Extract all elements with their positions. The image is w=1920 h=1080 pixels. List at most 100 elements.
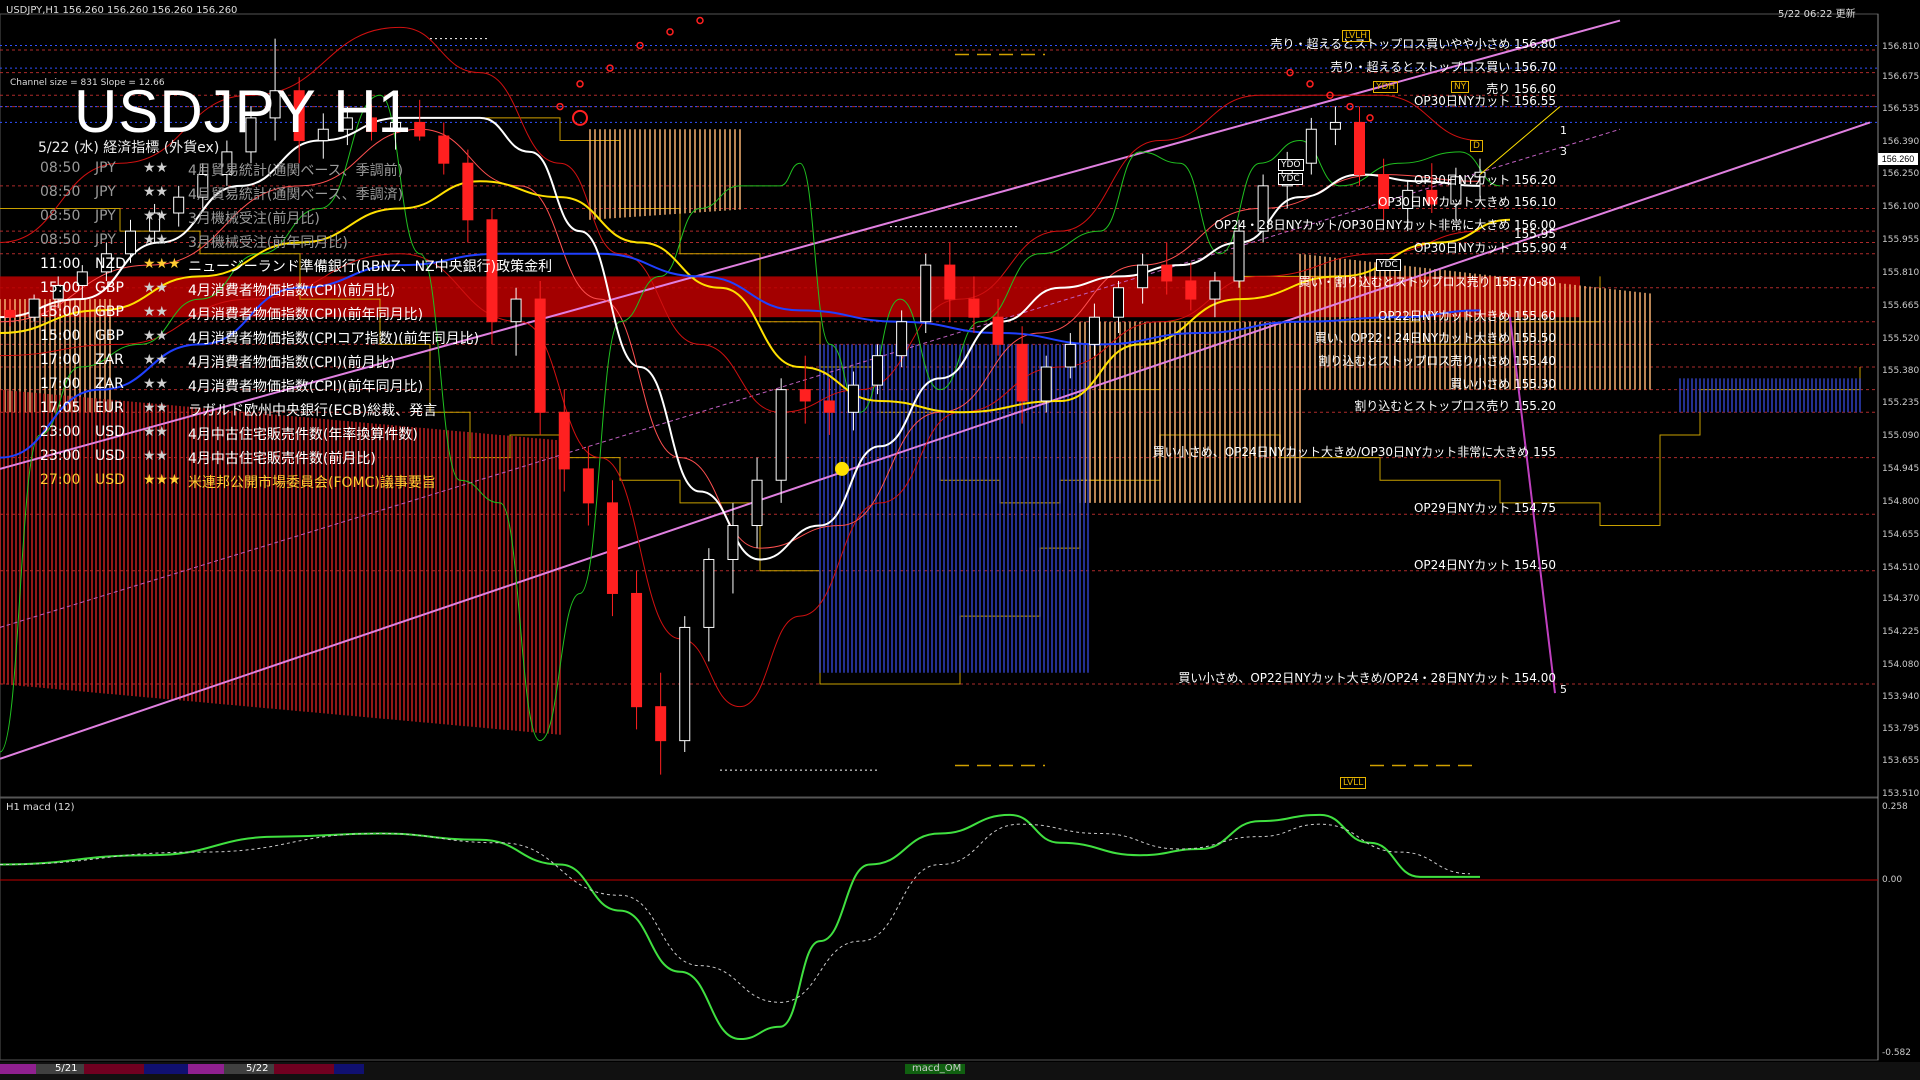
candle-body	[847, 384, 859, 413]
calendar-event: 4月消費者物価指数(CPI)(前月比)	[188, 283, 396, 299]
candle-body	[28, 298, 40, 318]
d-tag: D	[1470, 140, 1483, 152]
candle-body	[1233, 230, 1245, 282]
calendar-event: 4月消費者物価指数(CPIコア指数)(前年同月比)	[188, 331, 480, 347]
price-axis-label: 154.510	[1882, 562, 1920, 573]
ny-tag: NY	[1451, 81, 1470, 93]
marker-circle	[835, 461, 849, 476]
calendar-event: 4月中古住宅販売件数(前月比)	[188, 451, 376, 467]
price-axis-label: 154.655	[1882, 529, 1920, 540]
candle-body	[4, 309, 16, 318]
calendar-event: 米連邦公開市場委員会(FOMC)議事要旨	[188, 475, 436, 491]
candle-body	[944, 264, 956, 300]
bar-seg	[274, 1064, 334, 1074]
price-axis-label: 154.800	[1882, 496, 1920, 507]
macd-axis-zero: 0.00	[1882, 875, 1903, 885]
current-price-label: 156.260	[1878, 153, 1918, 165]
price-axis-label: 156.675	[1882, 72, 1920, 83]
price-axis-label: 154.370	[1882, 594, 1920, 605]
sar-dot	[1306, 80, 1314, 88]
price-axis-label: 155.235	[1882, 398, 1920, 409]
price-annotation: 割り込むとストップロス売り 155.20	[1354, 399, 1556, 414]
candle-body	[631, 592, 643, 708]
candle-body	[655, 706, 667, 742]
price-annotation: OP30日NYカット 155.90	[1413, 240, 1556, 255]
ydo-tag: YDO	[1278, 159, 1304, 171]
candle-body	[968, 298, 980, 318]
price-annotation: 買い・割り込むとストップロス売り 155.70-80	[1298, 274, 1556, 289]
lvlh-tag: LVLH	[1342, 30, 1370, 42]
calendar-event: 4月消費者物価指数(CPI)(前年同月比)	[188, 307, 424, 323]
price-axis-label: 156.250	[1882, 168, 1920, 179]
candle-body	[727, 525, 739, 560]
calendar-stars: ★★	[143, 280, 169, 296]
calendar-event: ラガルド欧州中央銀行(ECB)総裁、発言	[188, 403, 438, 419]
calendar-time: 08:50	[40, 160, 81, 176]
calendar-stars: ★★	[143, 424, 169, 440]
macd-line	[0, 813, 1480, 1041]
calendar-time: 15:00	[40, 328, 81, 344]
calendar-currency: USD	[95, 448, 125, 464]
price-annotation: 買い小さめ、OP22日NYカット大きめ/OP24・28日NYカット 154.00	[1178, 671, 1556, 686]
candle-body	[1209, 280, 1221, 300]
calendar-time: 15:00	[40, 304, 81, 320]
price-axis-label: 153.795	[1882, 724, 1920, 735]
calendar-time: 23:00	[40, 424, 81, 440]
calendar-event: 3月機械受注(前月比)	[188, 211, 320, 227]
ydc-tag-2: YDC	[1376, 259, 1401, 271]
price-annotation: 売り・超えるとストップロス買いやや小さめ 156.80	[1270, 36, 1556, 51]
sar-dot	[576, 80, 584, 88]
update-time: 5/22 06:22 更新	[1778, 9, 1856, 20]
calendar-stars: ★★	[143, 208, 169, 224]
candle-body	[534, 298, 546, 413]
candle-body	[558, 411, 570, 470]
price-annotation: OP30日NYカット 156.55	[1413, 93, 1556, 108]
candle-body	[751, 479, 763, 527]
candle-body	[1016, 343, 1028, 402]
calendar-stars: ★★	[143, 160, 169, 176]
wave-5: 5	[1560, 683, 1567, 696]
price-axis-label: 155.090	[1882, 431, 1920, 442]
candle-body	[510, 298, 522, 323]
candle-body	[173, 196, 185, 214]
price-axis-label: 153.510	[1882, 789, 1920, 799]
price-annotation: OP30日NYカット大きめ 156.10	[1377, 195, 1556, 210]
price-axis-label: 155.665	[1882, 300, 1920, 311]
sar-dot	[696, 16, 704, 25]
candle-body	[124, 230, 136, 255]
calendar-time: 08:50	[40, 232, 81, 248]
wave-3: 3	[1560, 145, 1567, 158]
calendar-stars: ★★★	[143, 256, 181, 272]
price-annotation: OP29日NYカット 154.75	[1413, 501, 1556, 516]
candle-body	[896, 321, 908, 357]
price-annotation: OP30日NYカット 156.20	[1413, 172, 1556, 187]
ydh-tag: YDH	[1373, 81, 1399, 93]
calendar-currency: EUR	[95, 400, 124, 416]
macd-axis-top: 0.258	[1882, 802, 1908, 812]
calendar-currency: JPY	[95, 160, 116, 176]
bar-seg	[144, 1064, 188, 1074]
ydc-tag: YDC	[1278, 173, 1303, 185]
candle-body	[582, 468, 594, 504]
candle-body	[1161, 264, 1173, 282]
price-annotation: 買い、OP22・24日NYカット大きめ 155.50	[1314, 331, 1556, 346]
calendar-time: 08:50	[40, 184, 81, 200]
candle-body	[1040, 366, 1052, 402]
candle-body	[1113, 287, 1125, 318]
candle-body	[438, 135, 450, 164]
calendar-stars: ★★	[143, 352, 169, 368]
sar-dot	[666, 28, 674, 36]
price-axis-label: 154.945	[1882, 464, 1920, 475]
price-axis-label: 156.535	[1882, 103, 1920, 114]
candle-body	[1329, 121, 1341, 130]
wave-4: 4	[1560, 240, 1567, 253]
bar-seg	[188, 1064, 224, 1074]
candle-body	[920, 264, 932, 323]
calendar-event: 4月消費者物価指数(CPI)(前年同月比)	[188, 379, 424, 395]
calendar-event: 4月貿易統計(通関ベース、季調済)	[188, 187, 404, 203]
macd-axis-bottom: -0.582	[1882, 1048, 1912, 1058]
candle-body	[775, 389, 787, 481]
wave-line	[1479, 106, 1561, 175]
bar-seg	[334, 1064, 364, 1074]
calendar-stars: ★★★	[143, 472, 181, 488]
